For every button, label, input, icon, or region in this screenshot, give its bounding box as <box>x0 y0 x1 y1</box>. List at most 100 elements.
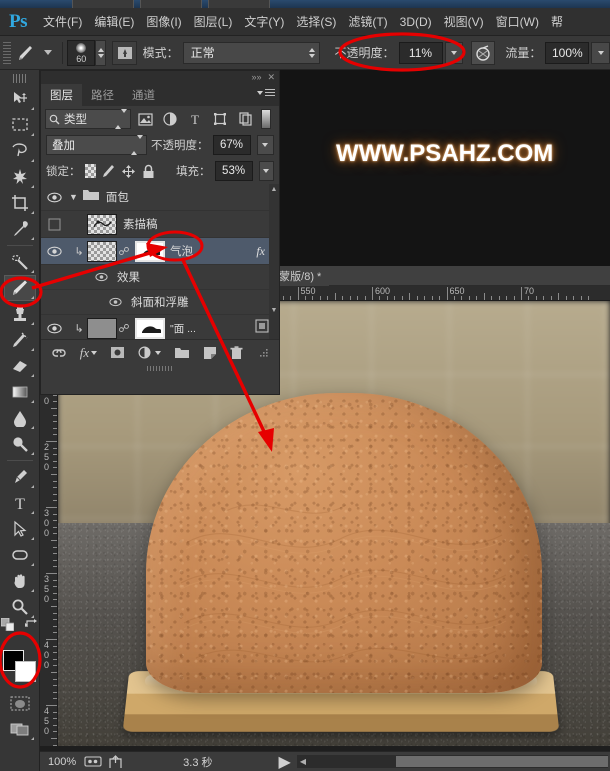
airbrush-toggle-icon[interactable] <box>471 40 496 65</box>
fx-icon[interactable]: fx <box>256 244 265 259</box>
move-tool[interactable] <box>4 86 36 112</box>
layer-opacity-input[interactable]: 67% <box>212 135 251 155</box>
horizontal-scrollbar[interactable]: ◀ <box>296 755 608 768</box>
eyedropper-tool[interactable] <box>4 216 36 242</box>
zoom-tool[interactable] <box>4 594 36 620</box>
brush-size-preview[interactable]: 60 <box>67 39 96 66</box>
table-row[interactable]: ↳ ☍ "面 ... <box>41 315 279 339</box>
layer-filter-type-select[interactable]: 类型 <box>45 109 131 129</box>
menu-select[interactable]: 选择(S) <box>290 9 342 34</box>
brush-tool[interactable] <box>3 275 36 301</box>
scroll-left-icon[interactable]: ◀ <box>297 757 309 766</box>
filter-pixel-icon[interactable] <box>134 109 156 129</box>
menu-image[interactable]: 图像(I) <box>140 9 187 34</box>
layer-thumbnail[interactable] <box>87 213 117 235</box>
filter-smartobject-icon[interactable] <box>234 109 256 129</box>
status-play-icon[interactable]: ▶ <box>279 752 291 771</box>
menu-3d[interactable]: 3D(D) <box>394 11 438 33</box>
scrollbar-thumb[interactable] <box>396 756 608 767</box>
brush-size-stepper[interactable] <box>95 39 107 66</box>
zoom-level-value[interactable]: 100% <box>40 756 84 768</box>
menu-filter[interactable]: 滤镜(T) <box>342 9 393 34</box>
tab-channels[interactable]: 通道 <box>123 84 164 106</box>
close-panel-icon[interactable]: ✕ <box>267 73 275 82</box>
menu-file[interactable]: 文件(F) <box>37 9 88 34</box>
layer-list-scrollbar[interactable]: ▲ ▼ <box>269 184 279 339</box>
pen-tool[interactable] <box>4 464 36 490</box>
lasso-tool[interactable] <box>4 138 36 164</box>
layer-thumbnail[interactable] <box>87 240 117 262</box>
brush-tool-preview-icon[interactable] <box>14 41 38 65</box>
blur-tool[interactable] <box>4 405 36 431</box>
lock-transparency-icon[interactable] <box>84 164 97 178</box>
menu-layer[interactable]: 图层(L) <box>188 9 239 34</box>
clone-stamp-tool[interactable] <box>4 301 36 327</box>
default-colors-icon[interactable] <box>0 617 14 636</box>
add-layer-mask-icon[interactable] <box>110 346 125 359</box>
dodge-tool[interactable] <box>4 431 36 457</box>
path-selection-tool[interactable] <box>4 516 36 542</box>
document-info-icon[interactable] <box>84 755 102 768</box>
lock-all-icon[interactable] <box>140 162 156 181</box>
eraser-tool[interactable] <box>4 353 36 379</box>
tools-panel-grip[interactable] <box>12 74 27 83</box>
add-layer-style-icon[interactable]: fx <box>80 345 98 361</box>
layer-fill-input[interactable]: 53% <box>214 161 253 181</box>
table-row[interactable]: 素描稿 <box>41 211 279 238</box>
menu-edit[interactable]: 编辑(E) <box>88 9 140 34</box>
new-layer-icon[interactable] <box>203 346 217 359</box>
panel-resize-handle[interactable] <box>41 365 279 372</box>
delete-layer-icon[interactable] <box>230 345 243 360</box>
group-expand-chevron-icon[interactable]: ▼ <box>69 192 78 202</box>
scroll-up-icon[interactable]: ▲ <box>269 184 279 195</box>
flow-input[interactable]: 100% <box>545 41 590 64</box>
filter-type-icon[interactable]: T <box>184 109 206 129</box>
link-mask-icon[interactable]: ☍ <box>117 322 131 335</box>
layer-filter-toggle[interactable] <box>261 109 271 129</box>
brush-panel-toggle-icon[interactable] <box>112 40 137 65</box>
gradient-tool[interactable] <box>4 379 36 405</box>
eye-icon[interactable] <box>43 192 65 203</box>
table-row[interactable]: ▼ 面包 <box>41 184 279 211</box>
panel-menu-button[interactable] <box>257 89 275 96</box>
opacity-dropdown-button[interactable] <box>444 41 464 64</box>
scroll-down-icon[interactable]: ▼ <box>269 305 279 316</box>
shape-tool[interactable] <box>4 542 36 568</box>
layer-mask-thumbnail[interactable] <box>135 317 165 339</box>
eye-off-icon[interactable] <box>43 217 65 231</box>
filter-adjustment-icon[interactable] <box>159 109 181 129</box>
layer-blend-mode-select[interactable]: 叠加 <box>46 135 148 155</box>
panel-resize-grip[interactable] <box>258 347 269 358</box>
eye-icon[interactable] <box>43 246 65 257</box>
healing-brush-tool[interactable] <box>4 249 36 275</box>
swap-colors-icon[interactable] <box>24 618 38 632</box>
quick-mask-toggle[interactable] <box>4 690 36 716</box>
color-swatches[interactable] <box>2 650 37 682</box>
menu-window[interactable]: 窗口(W) <box>490 9 545 34</box>
tab-paths[interactable]: 路径 <box>82 84 123 106</box>
table-row[interactable]: ↳ ☍ 气泡 fx <box>41 238 279 265</box>
brush-preset-chevron-icon[interactable] <box>44 50 53 55</box>
marquee-tool[interactable] <box>4 112 36 138</box>
crop-tool[interactable] <box>4 190 36 216</box>
opacity-input[interactable]: 11% <box>398 41 443 64</box>
eye-icon[interactable] <box>105 297 125 307</box>
magic-wand-tool[interactable] <box>4 164 36 190</box>
collapse-panel-icon[interactable]: »» <box>251 73 261 82</box>
tab-layers[interactable]: 图层 <box>41 84 82 106</box>
eye-icon[interactable] <box>91 272 111 282</box>
options-bar-grip[interactable] <box>3 41 12 64</box>
lock-image-icon[interactable] <box>100 162 116 181</box>
blend-mode-select[interactable]: 正常 <box>182 41 321 64</box>
filter-shape-icon[interactable] <box>209 109 231 129</box>
type-tool[interactable]: T <box>4 490 36 516</box>
layer-mask-thumbnail[interactable] <box>135 240 165 262</box>
add-adjustment-layer-icon[interactable] <box>138 346 162 359</box>
layer-thumbnail[interactable] <box>87 317 117 339</box>
history-brush-tool[interactable] <box>4 327 36 353</box>
link-mask-icon[interactable]: ☍ <box>117 245 131 258</box>
link-layers-icon[interactable] <box>51 347 67 359</box>
menu-view[interactable]: 视图(V) <box>438 9 490 34</box>
layer-fill-dropdown[interactable] <box>258 161 274 181</box>
menu-type[interactable]: 文字(Y) <box>238 9 290 34</box>
